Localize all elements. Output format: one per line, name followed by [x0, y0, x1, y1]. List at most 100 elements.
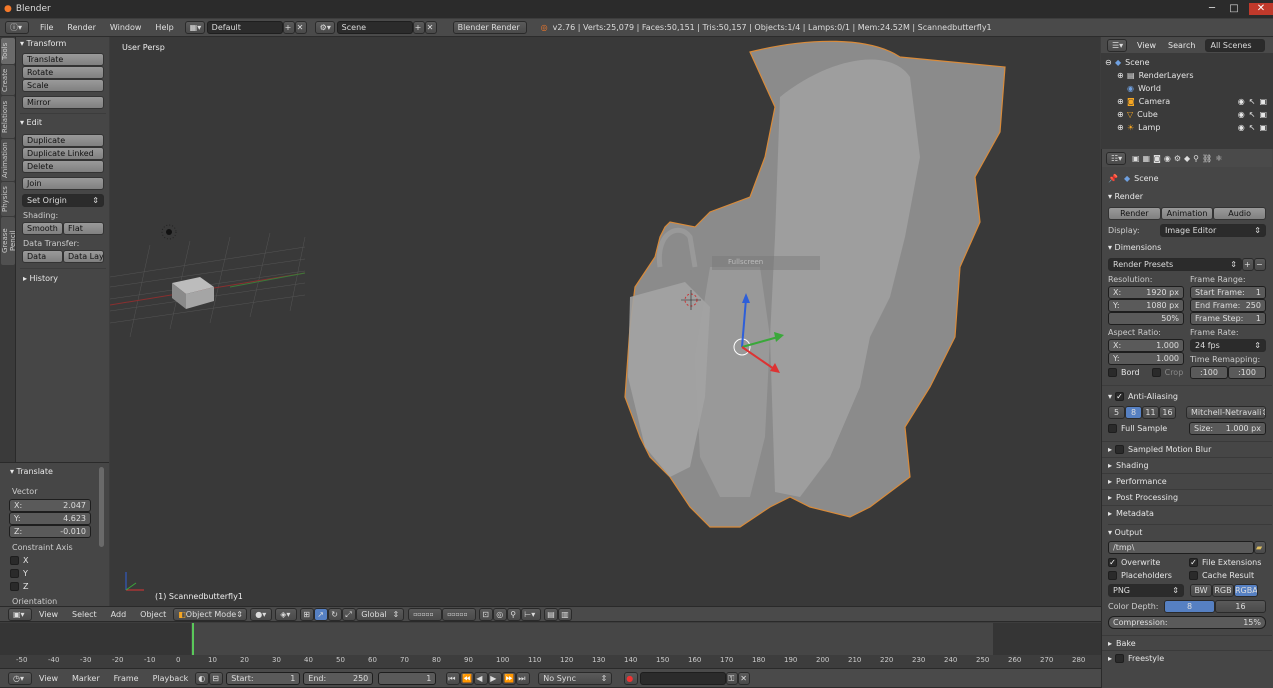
outliner-filter-select[interactable]: All Scenes: [1205, 38, 1266, 52]
visibility-eye-icon[interactable]: ◉: [1238, 108, 1245, 121]
maximize-button[interactable]: □: [1227, 3, 1241, 15]
rgba-button[interactable]: RGBA: [1234, 584, 1258, 597]
play-icon[interactable]: ▶: [488, 671, 503, 685]
freestyle-checkbox[interactable]: [1115, 653, 1125, 663]
folder-icon[interactable]: ▰: [1254, 541, 1266, 554]
join-button[interactable]: Join: [22, 177, 104, 190]
aa-samples-5-button[interactable]: 5: [1108, 406, 1125, 419]
menu-object[interactable]: Object: [140, 610, 166, 619]
vector-x-field[interactable]: X: 2.047: [9, 499, 91, 512]
outliner-row[interactable]: ⊕ ▽ Cube ◉ ↖ ▣: [1101, 108, 1273, 121]
translate-button[interactable]: Translate: [22, 53, 104, 66]
scene-remove-icon[interactable]: ✕: [424, 21, 437, 34]
select-arrow-icon[interactable]: ↖: [1249, 108, 1256, 121]
render-engine-select[interactable]: Blender Render: [452, 21, 527, 34]
render-button[interactable]: Render: [1108, 207, 1161, 220]
audio-button[interactable]: Audio: [1213, 207, 1267, 220]
keying-set-field[interactable]: [640, 671, 727, 685]
proportional-edit-icon[interactable]: ◎: [493, 607, 508, 621]
frame-step-field[interactable]: Frame Step: 1: [1190, 312, 1266, 325]
lock-camera-icon[interactable]: ⊡: [479, 607, 494, 621]
visibility-eye-icon[interactable]: ◉: [1238, 95, 1245, 108]
menu-timeline-view[interactable]: View: [39, 674, 58, 683]
rgb-button[interactable]: RGB: [1212, 584, 1234, 597]
data-layout-button[interactable]: Data Layo: [63, 250, 104, 263]
bake-panel-title[interactable]: Bake: [1116, 639, 1136, 648]
scale-button[interactable]: Scale: [22, 79, 104, 92]
fps-select[interactable]: 24 fps ⇕: [1190, 339, 1266, 352]
motion-blur-checkbox[interactable]: [1115, 445, 1125, 454]
collapse-icon[interactable]: ▸: [1108, 639, 1112, 648]
outliner-menu-search[interactable]: Search: [1168, 41, 1195, 50]
file-format-select[interactable]: PNG ⇕: [1108, 584, 1184, 597]
menu-marker[interactable]: Marker: [72, 674, 100, 683]
render-camera-icon[interactable]: ▣: [1259, 121, 1267, 134]
play-reverse-icon[interactable]: ◀: [474, 671, 489, 685]
layers-grid-icon[interactable]: ▫▫▫▫▫: [408, 607, 443, 621]
collapse-icon[interactable]: ▸: [1108, 461, 1112, 470]
panel-title[interactable]: Metadata: [1116, 509, 1154, 518]
viewport-shading-icon[interactable]: ●▾: [250, 607, 273, 621]
outliner-menu-view[interactable]: View: [1137, 41, 1156, 50]
menu-help[interactable]: Help: [155, 23, 173, 32]
operator-scrollbar[interactable]: [99, 467, 104, 547]
editor-type-icon[interactable]: ⓘ▾: [5, 21, 29, 34]
depth-16-button[interactable]: 16: [1215, 600, 1266, 613]
layers-grid-2-icon[interactable]: ▫▫▫▫▫: [442, 607, 477, 621]
start-frame-field[interactable]: Start: 1: [226, 671, 301, 685]
collapse-icon[interactable]: ▸: [1108, 477, 1112, 486]
select-arrow-icon[interactable]: ↖: [1249, 121, 1256, 134]
aa-samples-16-button[interactable]: 16: [1159, 406, 1176, 419]
aa-samples-8-button[interactable]: 8: [1125, 406, 1142, 419]
res-percent-field[interactable]: 50%: [1108, 312, 1184, 325]
keying-delete-icon[interactable]: ✕: [738, 671, 751, 685]
panel-title[interactable]: Performance: [1116, 477, 1167, 486]
render-camera-icon[interactable]: ▣: [1259, 108, 1267, 121]
keying-insert-icon[interactable]: ⚿: [726, 671, 739, 685]
filter-size-field[interactable]: Size: 1.000 px: [1189, 422, 1266, 435]
menu-view[interactable]: View: [39, 610, 58, 619]
full-sample-checkbox[interactable]: [1108, 424, 1117, 433]
collapse-icon[interactable]: ▸: [1108, 445, 1112, 454]
render-panel-title[interactable]: ▾ Render: [1108, 192, 1272, 201]
overwrite-checkbox[interactable]: ✓: [1108, 558, 1117, 567]
placeholders-checkbox[interactable]: [1108, 571, 1117, 580]
dimensions-panel-title[interactable]: ▾ Dimensions: [1108, 243, 1272, 252]
output-path-field[interactable]: /tmp\: [1108, 541, 1254, 554]
file-extensions-checkbox[interactable]: ✓: [1189, 558, 1198, 567]
constraint-y-checkbox[interactable]: [10, 569, 19, 578]
vector-y-field[interactable]: Y: 4.623: [9, 512, 91, 525]
delete-button[interactable]: Delete: [22, 160, 104, 173]
current-frame-field[interactable]: 1: [378, 671, 437, 685]
anti-aliasing-checkbox[interactable]: ✓: [1115, 392, 1125, 401]
tab-grease-pencil[interactable]: Grease Pencil: [1, 217, 17, 265]
3d-editor-type-icon[interactable]: ▣▾: [8, 607, 32, 621]
opengl-anim-icon[interactable]: ▥: [558, 607, 573, 621]
output-panel-title[interactable]: ▾ Output: [1108, 524, 1272, 537]
jump-keyframe-back-icon[interactable]: ⏪: [460, 671, 475, 685]
sync-mode-select[interactable]: No Sync ⇕: [538, 671, 613, 685]
pin-icon[interactable]: 📌: [1108, 174, 1118, 183]
transform-panel-title[interactable]: ▾ Transform: [20, 39, 106, 51]
vector-z-field[interactable]: Z: -0.010: [9, 525, 91, 538]
preset-remove-icon[interactable]: −: [1254, 258, 1266, 271]
outliner-row[interactable]: ⊕ ☀ Lamp ◉ ↖ ▣: [1101, 121, 1273, 134]
preview-range-icon[interactable]: ◐: [195, 671, 210, 685]
constraint-x-checkbox[interactable]: [10, 556, 19, 565]
scene-add-icon[interactable]: +: [412, 21, 425, 34]
mirror-button[interactable]: Mirror: [22, 96, 104, 109]
snap-element-icon[interactable]: ⊢▾: [521, 607, 542, 621]
timeline[interactable]: -50 -40 -30 -20 -10 0 10 20 30 40 50 60 70 80 90 100 110…: [0, 623, 1101, 667]
jump-end-icon[interactable]: ⏭: [516, 671, 531, 685]
jump-keyframe-forward-icon[interactable]: ⏩: [502, 671, 517, 685]
menu-window[interactable]: Window: [110, 23, 142, 32]
duplicate-button[interactable]: Duplicate: [22, 134, 104, 147]
res-x-field[interactable]: X: 1920 px: [1108, 286, 1184, 299]
cache-result-checkbox[interactable]: [1189, 571, 1198, 580]
scene-icon[interactable]: ⚙▾: [314, 21, 335, 34]
jump-start-icon[interactable]: ⏮: [446, 671, 461, 685]
scale-manipulator-icon[interactable]: ⤢: [342, 607, 357, 621]
end-frame-field[interactable]: End: 250: [303, 671, 374, 685]
remap-new-field[interactable]: :100: [1228, 366, 1266, 379]
set-origin-select[interactable]: Set Origin ⇕: [22, 194, 104, 207]
